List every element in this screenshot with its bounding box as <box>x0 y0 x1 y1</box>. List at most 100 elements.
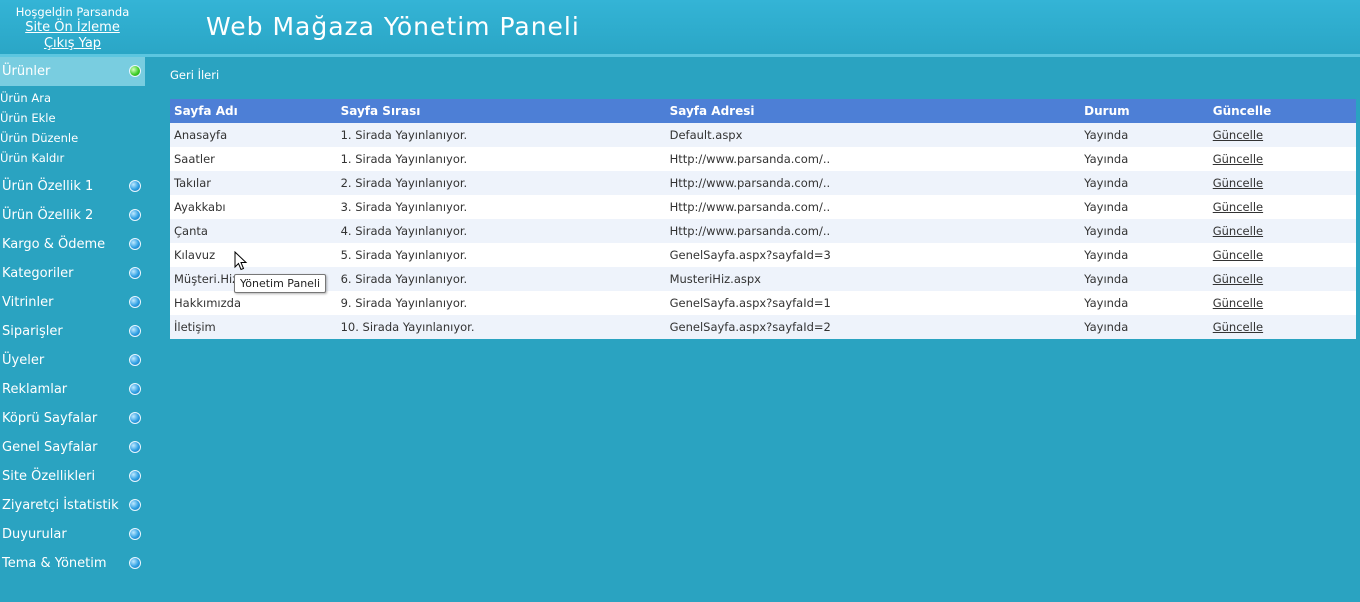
sidebar-item[interactable]: Vitrinler <box>0 288 145 317</box>
table-row: Saatler 1. Sirada Yayınlanıyor. Http://www… <box>170 147 1356 171</box>
table-cell: 10. Sirada Yayınlanıyor. <box>336 315 666 339</box>
welcome-text: Hoşgeldin Parsanda <box>15 5 130 19</box>
back-link[interactable]: Geri <box>170 68 194 82</box>
table-cell: Http://www.parsanda.com/.. <box>665 195 1081 219</box>
table-cell: 9. Sirada Yayınlanıyor. <box>336 291 666 315</box>
app-title: Web Mağaza Yönetim Paneli <box>206 12 580 41</box>
table-row: Takılar 2. Sirada Yayınlanıyor. Http://www… <box>170 171 1356 195</box>
blue-circle-icon <box>129 470 141 482</box>
top-header: Hoşgeldin Parsanda Site Ön İzleme Çıkış … <box>0 0 1360 57</box>
update-link[interactable]: Güncelle <box>1213 152 1263 166</box>
blue-circle-icon <box>129 267 141 279</box>
blue-circle-icon <box>129 238 141 250</box>
table-cell: Yayında <box>1080 147 1209 171</box>
tooltip: Yönetim Paneli <box>234 274 327 293</box>
table-cell: Http://www.parsanda.com/.. <box>665 171 1081 195</box>
table-cell: Saatler <box>170 147 337 171</box>
column-header[interactable]: Güncelle <box>1208 99 1356 123</box>
sidebar-item-label: Site Özellikleri <box>2 469 96 484</box>
sidebar-item[interactable]: Tema & Yönetim <box>0 549 145 578</box>
update-link[interactable]: Güncelle <box>1213 224 1263 238</box>
table-header-row: Sayfa Adı Sayfa Sırası Sayfa Adresi Durum Gü… <box>170 99 1356 123</box>
table-cell: Yayında <box>1080 315 1209 339</box>
table-cell: Default.aspx <box>665 123 1081 147</box>
sidebar-item[interactable]: Üyeler <box>0 346 145 375</box>
blue-circle-icon <box>129 383 141 395</box>
table-cell: GenelSayfa.aspx?sayfaId=2 <box>665 315 1081 339</box>
sidebar-item-label: Genel Sayfalar <box>2 440 98 455</box>
sidebar-item[interactable]: Köprü Sayfalar <box>0 404 145 433</box>
update-link[interactable]: Güncelle <box>1213 296 1263 310</box>
table-cell: Güncelle <box>1208 243 1356 267</box>
table-cell: 4. Sirada Yayınlanıyor. <box>336 219 666 243</box>
table-cell: İletişim <box>170 315 337 339</box>
submenu-item[interactable]: Ürün Ekle <box>0 108 145 128</box>
forward-link[interactable]: İleri <box>198 68 220 82</box>
sidebar-item-label: Ürün Özellik 1 <box>2 179 94 194</box>
sidebar-item[interactable]: Genel Sayfalar <box>0 433 145 462</box>
update-link[interactable]: Güncelle <box>1213 200 1263 214</box>
table-cell: 3. Sirada Yayınlanıyor. <box>336 195 666 219</box>
table-cell: Yayında <box>1080 243 1209 267</box>
table-cell: Güncelle <box>1208 315 1356 339</box>
blue-circle-icon <box>129 412 141 424</box>
sidebar-item[interactable]: Siparişler <box>0 317 145 346</box>
column-header[interactable]: Sayfa Adresi <box>665 99 1081 123</box>
sidebar-item[interactable]: Ürün Özellik 1 <box>0 172 145 201</box>
logout-link[interactable]: Çıkış Yap <box>0 36 145 52</box>
table-cell: Hakkımızda <box>170 291 337 315</box>
sidebar-item[interactable]: Kategoriler <box>0 259 145 288</box>
sidebar-item-label: Ürünler <box>2 64 51 79</box>
blue-circle-icon <box>129 325 141 337</box>
table-row: Kılavuz 5. Sirada Yayınlanıyor. GenelSayfa… <box>170 243 1356 267</box>
table-cell: 5. Sirada Yayınlanıyor. <box>336 243 666 267</box>
column-header[interactable]: Sayfa Adı <box>170 99 337 123</box>
submenu-item[interactable]: Ürün Ara <box>0 88 145 108</box>
sidebar-item-urunler[interactable]: Ürünler <box>0 57 145 86</box>
pages-table: Sayfa Adı Sayfa Sırası Sayfa Adresi Durum Gü… <box>170 99 1356 339</box>
sidebar-item-label: Siparişler <box>2 324 63 339</box>
sidebar-item-label: Duyurular <box>2 527 67 542</box>
history-nav: Geri İleri <box>170 68 219 82</box>
sidebar-item-label: Ziyaretçi İstatistik <box>2 498 119 513</box>
mouse-cursor-icon <box>234 251 248 271</box>
sidebar-item[interactable]: Site Özellikleri <box>0 462 145 491</box>
update-link[interactable]: Güncelle <box>1213 248 1263 262</box>
table-cell: Yayında <box>1080 171 1209 195</box>
update-link[interactable]: Güncelle <box>1213 320 1263 334</box>
sidebar-item-label: Kategoriler <box>2 266 74 281</box>
update-link[interactable]: Güncelle <box>1213 176 1263 190</box>
submenu-item[interactable]: Ürün Düzenle <box>0 128 145 148</box>
submenu: Ürün Ara Ürün Ekle Ürün Düzenle Ürün Kaldır <box>0 86 145 172</box>
table-cell: 2. Sirada Yayınlanıyor. <box>336 171 666 195</box>
sidebar-sections: Ürün Özellik 1 Ürün Özellik 2 Kargo & Ödem… <box>0 172 145 578</box>
sidebar-item-label: Reklamlar <box>2 382 68 397</box>
update-link[interactable]: Güncelle <box>1213 272 1263 286</box>
blue-circle-icon <box>129 557 141 569</box>
sidebar-item-label: Ürün Özellik 2 <box>2 208 94 223</box>
column-header[interactable]: Sayfa Sırası <box>336 99 666 123</box>
sidebar-item[interactable]: Ürün Özellik 2 <box>0 201 145 230</box>
table-cell: Güncelle <box>1208 291 1356 315</box>
sidebar-item[interactable]: Duyurular <box>0 520 145 549</box>
table-row: İletişim 10. Sirada Yayınlanıyor. GenelSay… <box>170 315 1356 339</box>
submenu-item[interactable]: Ürün Kaldır <box>0 148 145 168</box>
update-link[interactable]: Güncelle <box>1213 128 1263 142</box>
column-header[interactable]: Durum <box>1080 99 1209 123</box>
site-preview-link[interactable]: Site Ön İzleme <box>0 20 145 36</box>
table-cell: Yayında <box>1080 219 1209 243</box>
sidebar-item[interactable]: Ziyaretçi İstatistik <box>0 491 145 520</box>
sidebar-item-label: Üyeler <box>2 353 45 368</box>
sidebar-item[interactable]: Reklamlar <box>0 375 145 404</box>
table-body: Anasayfa 1. Sirada Yayınlanıyor. Default.a… <box>170 123 1356 339</box>
table-cell: Güncelle <box>1208 267 1356 291</box>
table-row: Çanta 4. Sirada Yayınlanıyor. Http://www.p… <box>170 219 1356 243</box>
table-cell: Kılavuz <box>170 243 337 267</box>
user-box: Hoşgeldin Parsanda Site Ön İzleme Çıkış … <box>0 4 145 52</box>
sidebar: Ürünler Ürün Ara Ürün Ekle Ürün Düzenle Ürü… <box>0 57 145 578</box>
blue-circle-icon <box>129 499 141 511</box>
table-cell: Yayında <box>1080 291 1209 315</box>
table-cell: Http://www.parsanda.com/.. <box>665 147 1081 171</box>
table-cell: Anasayfa <box>170 123 337 147</box>
sidebar-item[interactable]: Kargo & Ödeme <box>0 230 145 259</box>
